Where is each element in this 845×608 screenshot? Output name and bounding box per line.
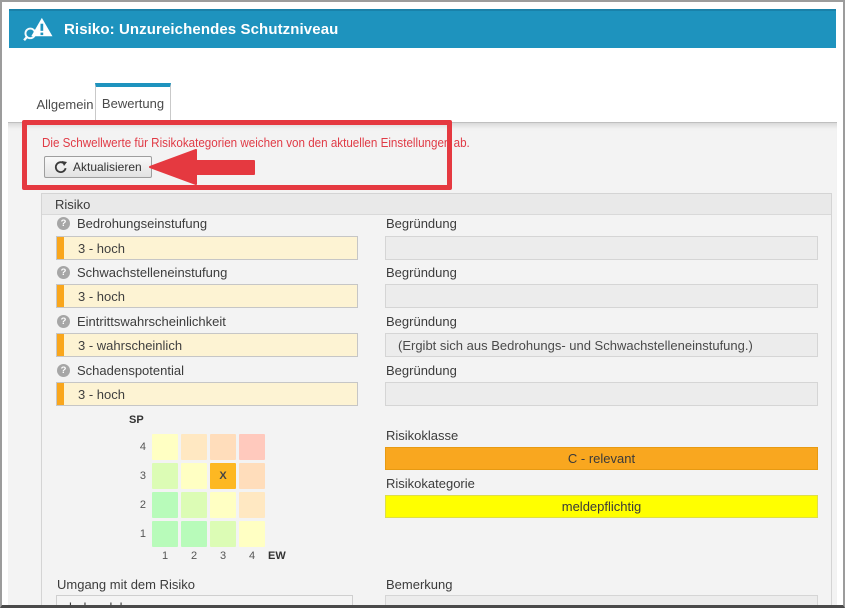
matrix-col-label: 3 — [210, 550, 236, 562]
dialog-title: Risiko: Unzureichendes Schutzniveau — [64, 21, 338, 38]
matrix-col-labels: 1234 — [152, 550, 265, 562]
risk-panel-header: Risiko — [42, 194, 831, 215]
matrix-col-label: 4 — [239, 550, 265, 562]
treatment-select[interactable]: behandeln — [56, 595, 353, 608]
matrix-cell-sp4-ew3[interactable] — [210, 434, 236, 460]
matrix-cell-sp1-ew4[interactable] — [239, 521, 265, 547]
vulnerability-rating-select[interactable]: 3 - hoch — [56, 284, 358, 308]
remark-input[interactable] — [385, 595, 818, 608]
risk-category-label: Risikokategorie — [386, 476, 475, 491]
risk-class-label: Risikoklasse — [386, 428, 458, 443]
help-icon[interactable]: ? — [57, 364, 70, 377]
reason-label-vulnerability: Begründung — [386, 265, 457, 280]
field-label-schadenspotential: ? Schadenspotential — [57, 363, 184, 378]
refresh-icon — [54, 161, 67, 174]
dialog-title-bar: Risiko: Unzureichendes Schutzniveau — [9, 9, 836, 48]
treatment-label: Umgang mit dem Risiko — [57, 577, 195, 592]
vulnerability-reason-input[interactable] — [385, 284, 818, 308]
tab-bewertung[interactable]: Bewertung — [95, 83, 171, 122]
matrix-cell-sp3-ew1[interactable] — [152, 463, 178, 489]
remark-label: Bemerkung — [386, 577, 452, 592]
refresh-button[interactable]: Aktualisieren — [44, 156, 152, 178]
reason-label-threat: Begründung — [386, 216, 457, 231]
matrix-col-label: 1 — [152, 550, 178, 562]
rating-color-bar — [57, 285, 64, 307]
field-label-bedrohungseinstufung: ? Bedrohungseinstufung — [57, 216, 207, 231]
matrix-cell-sp2-ew3[interactable] — [210, 492, 236, 518]
risk-dialog-window: Risiko: Unzureichendes Schutzniveau Allg… — [0, 0, 845, 608]
likelihood-reason-input[interactable]: (Ergibt sich aus Bedrohungs- und Schwach… — [385, 333, 818, 357]
matrix-row-labels: 4 3 2 1 — [126, 434, 146, 547]
matrix-cell-sp2-ew1[interactable] — [152, 492, 178, 518]
field-label-schwachstelleneinstufung: ? Schwachstelleneinstufung — [57, 265, 227, 280]
help-icon[interactable]: ? — [57, 315, 70, 328]
matrix-row-label: 1 — [126, 521, 146, 547]
risk-category-value: meldepflichtig — [385, 495, 818, 518]
risk-matrix-grid: X — [152, 434, 265, 547]
matrix-cell-sp1-ew2[interactable] — [181, 521, 207, 547]
rating-color-bar — [57, 334, 64, 356]
threat-rating-select[interactable]: 3 - hoch — [56, 236, 358, 260]
matrix-cell-sp3-ew2[interactable] — [181, 463, 207, 489]
matrix-row-label: 3 — [126, 463, 146, 489]
help-icon[interactable]: ? — [57, 266, 70, 279]
matrix-cell-sp1-ew1[interactable] — [152, 521, 178, 547]
matrix-x-axis-label: EW — [268, 550, 286, 562]
help-icon[interactable]: ? — [57, 217, 70, 230]
refresh-button-label: Aktualisieren — [73, 160, 142, 174]
damage-potential-select[interactable]: 3 - hoch — [56, 382, 358, 406]
damage-reason-input[interactable] — [385, 382, 818, 406]
matrix-row-label: 4 — [126, 434, 146, 460]
matrix-col-label: 2 — [181, 550, 207, 562]
matrix-cell-sp4-ew2[interactable] — [181, 434, 207, 460]
warning-message: Die Schwellwerte für Risikokategorien we… — [42, 136, 470, 150]
threat-reason-input[interactable] — [385, 236, 818, 260]
rating-color-bar — [57, 383, 64, 405]
reason-label-damage: Begründung — [386, 363, 457, 378]
risk-class-value: C - relevant — [385, 447, 818, 470]
tab-allgemein[interactable]: Allgemein — [35, 88, 95, 122]
risk-warning-magnifier-icon — [22, 16, 54, 43]
field-label-eintrittswahrscheinlichkeit: ? Eintrittswahrscheinlichkeit — [57, 314, 226, 329]
matrix-row-label: 2 — [126, 492, 146, 518]
matrix-cell-sp2-ew2[interactable] — [181, 492, 207, 518]
matrix-y-axis-label: SP — [129, 414, 144, 426]
matrix-cell-sp1-ew3[interactable] — [210, 521, 236, 547]
matrix-cell-sp3-ew4[interactable] — [239, 463, 265, 489]
rating-color-bar — [57, 237, 64, 259]
matrix-cell-sp2-ew4[interactable] — [239, 492, 265, 518]
matrix-cell-sp4-ew1[interactable] — [152, 434, 178, 460]
matrix-cell-sp4-ew4[interactable] — [239, 434, 265, 460]
likelihood-rating-select[interactable]: 3 - wahrscheinlich — [56, 333, 358, 357]
reason-label-likelihood: Begründung — [386, 314, 457, 329]
matrix-cell-sp3-ew3[interactable]: X — [210, 463, 236, 489]
